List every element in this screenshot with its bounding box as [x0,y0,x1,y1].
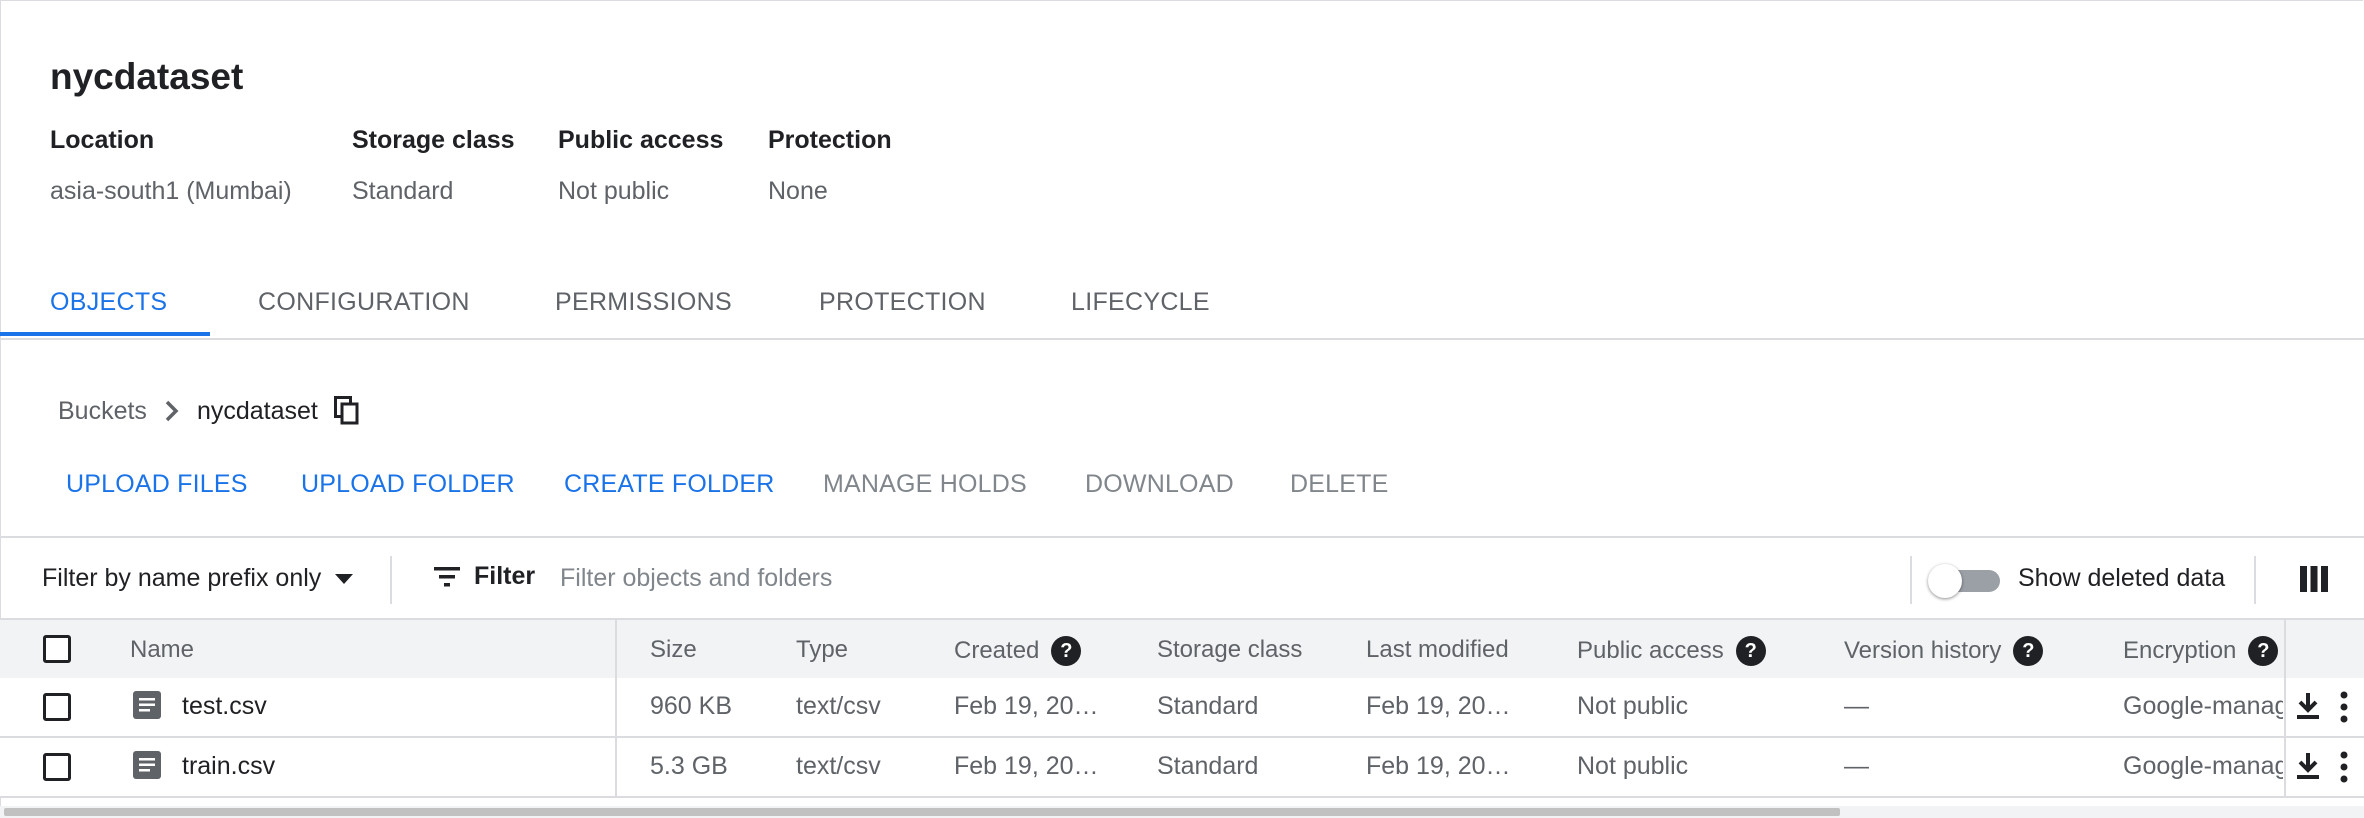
active-tab-indicator [0,332,210,336]
column-header-size[interactable]: Size [650,636,697,664]
object-size: 5.3 GB [650,752,728,780]
object-size: 960 KB [650,692,733,720]
help-icon[interactable]: ? [2248,636,2279,666]
meta-value: None [768,177,828,205]
breadcrumb-buckets-link[interactable]: Buckets [58,397,147,426]
help-icon[interactable]: ? [1735,636,1766,666]
filter-mode-select[interactable]: Filter by name prefix only [42,564,354,593]
object-created: Feb 19, 20… [954,752,1099,780]
object-encryption: Google-manag [2123,692,2283,720]
column-header-type[interactable]: Type [796,636,848,664]
column-display-icon[interactable] [2298,564,2330,594]
tab-permissions[interactable]: PERMISSIONS [555,288,732,317]
row-checkbox[interactable] [43,693,71,721]
meta-label: Public access [558,126,724,154]
file-icon [133,691,161,719]
meta-label: Storage class [352,126,515,154]
filter-button[interactable]: Filter [432,562,535,591]
toggle-knob [1928,564,1962,598]
column-header-public-access[interactable]: Public access ? [1577,636,1766,666]
manage-holds-button[interactable]: MANAGE HOLDS [823,470,1027,499]
column-header-encryption[interactable]: Encryption ? [2123,636,2279,666]
delete-button[interactable]: DELETE [1290,470,1388,499]
upload-files-button[interactable]: UPLOAD FILES [66,470,248,499]
help-icon[interactable]: ? [1051,636,1082,666]
row-actions [2286,738,2364,796]
show-deleted-toggle[interactable] [1928,562,2004,598]
meta-protection: Protection None [768,126,892,206]
object-version-history: — [1844,752,1869,780]
meta-label: Protection [768,126,892,154]
help-icon[interactable]: ? [2013,636,2044,666]
tab-protection[interactable]: PROTECTION [819,288,986,317]
row-actions [2286,678,2364,736]
meta-public-access: Public access Not public [558,126,723,206]
object-last-modified: Feb 19, 20… [1366,752,1511,780]
more-vert-icon[interactable] [2336,750,2352,784]
download-icon[interactable] [2292,750,2324,782]
filter-input[interactable] [560,556,1900,600]
meta-value: asia-south1 (Mumbai) [50,177,292,205]
column-header-name[interactable]: Name [130,636,194,664]
filter-list-icon [434,566,460,586]
horizontal-scrollbar[interactable] [0,806,2364,818]
row-checkbox[interactable] [43,753,71,781]
object-type: text/csv [796,692,881,720]
object-storage-class: Standard [1157,692,1259,720]
breadcrumb: Buckets nycdataset [58,396,362,426]
meta-value: Standard [352,177,454,205]
create-folder-button[interactable]: CREATE FOLDER [564,470,775,499]
more-vert-icon[interactable] [2336,690,2352,724]
name-column-divider [615,618,617,798]
object-version-history: — [1844,692,1869,720]
scrollbar-thumb[interactable] [4,808,1840,816]
object-created: Feb 19, 20… [954,692,1099,720]
column-header-last-modified[interactable]: Last modified [1366,636,1509,664]
meta-location: Location asia-south1 (Mumbai) [50,126,292,206]
object-storage-class: Standard [1157,752,1259,780]
meta-storage-class: Storage class Standard [352,126,515,206]
object-encryption: Google-manag [2123,752,2283,780]
column-header-version-history[interactable]: Version history ? [1844,636,2044,666]
tab-lifecycle[interactable]: LIFECYCLE [1071,288,1210,317]
column-header-storage-class[interactable]: Storage class [1157,636,1302,664]
breadcrumb-current: nycdataset [196,396,318,425]
dropdown-caret-icon [335,573,354,584]
sticky-column-divider [2284,618,2286,798]
download-button[interactable]: DOWNLOAD [1085,470,1234,499]
divider [1910,556,1912,604]
divider [2254,556,2256,604]
table-row[interactable]: test.csv 960 KB text/csv Feb 19, 20… Sta… [0,678,2364,738]
file-icon [133,751,161,779]
select-all-checkbox[interactable] [43,635,71,663]
filter-bar: Filter by name prefix only Filter Show d… [0,536,2364,620]
column-header-created[interactable]: Created ? [954,636,1082,666]
divider [390,556,392,604]
object-last-modified: Feb 19, 20… [1366,692,1511,720]
tab-configuration[interactable]: CONFIGURATION [258,288,470,317]
copy-icon[interactable] [332,396,362,426]
filter-label: Filter [474,562,536,590]
meta-label: Location [50,126,155,154]
bucket-title: nycdataset [50,56,244,97]
table-row[interactable]: train.csv 5.3 GB text/csv Feb 19, 20… St… [0,738,2364,798]
download-icon[interactable] [2292,690,2324,722]
tab-bar: OBJECTS CONFIGURATION PERMISSIONS PROTEC… [0,268,2364,340]
chevron-right-icon [153,396,191,426]
object-public-access: Not public [1577,692,1689,720]
meta-value: Not public [558,177,670,205]
table-header: Name Size Type Created ? Storage class L… [0,618,2364,680]
show-deleted-label: Show deleted data [2018,564,2226,592]
filter-mode-label: Filter by name prefix only [42,564,322,592]
object-public-access: Not public [1577,752,1689,780]
tab-objects[interactable]: OBJECTS [50,288,167,317]
upload-folder-button[interactable]: UPLOAD FOLDER [301,470,515,499]
object-name-link[interactable]: test.csv [182,692,267,721]
object-type: text/csv [796,752,881,780]
object-name-link[interactable]: train.csv [182,752,275,781]
